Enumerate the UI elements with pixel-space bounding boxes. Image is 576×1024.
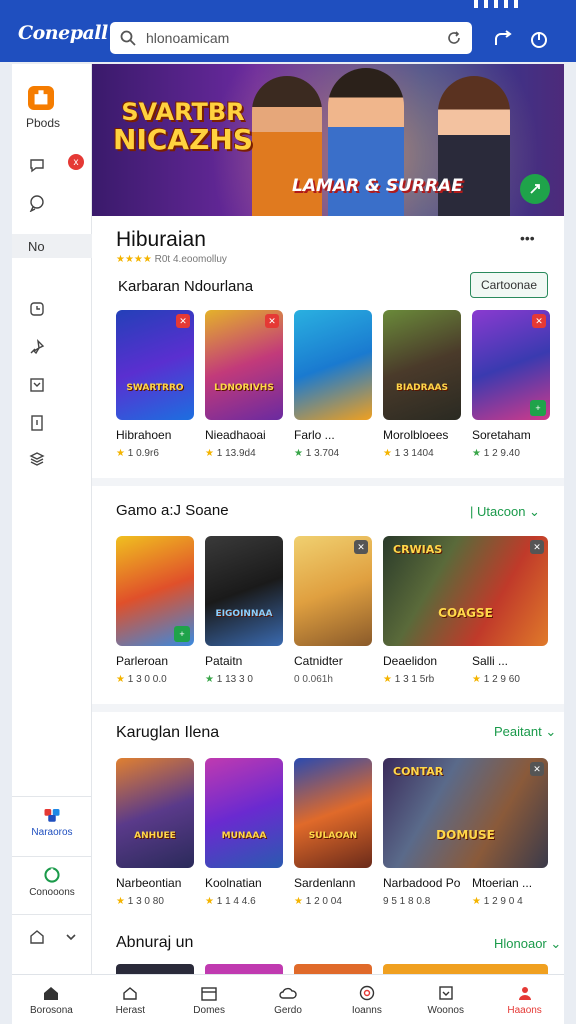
box-icon xyxy=(439,985,453,1000)
bottom-navigation: Borosona Herast Domes Gerdo Ioanns Woono… xyxy=(12,974,564,1024)
document-icon xyxy=(31,415,43,431)
home-icon xyxy=(44,986,59,1000)
add-icon: + xyxy=(174,626,190,642)
nav-item-woonos[interactable]: Woonos xyxy=(406,975,485,1024)
sidebar-item-no[interactable]: No xyxy=(12,234,92,258)
game-card[interactable]: ANHUEE Narbeontian ★ 1 3 0 80 xyxy=(116,758,194,907)
games-icon xyxy=(44,809,60,822)
game-card[interactable]: SULAOAN Sardenlann ★ 1 2 0 04 xyxy=(294,758,372,907)
section-link[interactable]: Hlonoaor ⌄ xyxy=(494,936,561,952)
sidebar-item-conooons[interactable]: Conooons xyxy=(12,866,92,898)
close-icon: ✕ xyxy=(530,762,544,776)
search-bar[interactable] xyxy=(110,22,472,54)
stack-icon xyxy=(29,452,45,466)
game-card[interactable]: ✕ LDNORIVHS Nieadhaoai ★ 1 13.9d4 xyxy=(205,310,283,459)
game-card[interactable]: + Parleroan ★ 1 3 0 0.0 xyxy=(116,536,194,685)
game-card[interactable]: ✕ SWARTRRO Hibrahoen ★ 1 0.9r6 xyxy=(116,310,194,459)
main-content: SVARTBR NICAZHS LAMAR & SURRAE Hiburaian… xyxy=(92,64,564,974)
nav-item-gerdo[interactable]: Gerdo xyxy=(249,975,328,1024)
share-icon[interactable] xyxy=(492,28,514,50)
game-card-wide[interactable]: ✕ CRWIAS COAGSE xyxy=(383,536,548,646)
game-card-label[interactable]: Deaelidon ★ 1 3 1 5rb xyxy=(383,646,461,685)
sidebar-item-clock[interactable] xyxy=(12,300,92,318)
comment-icon xyxy=(29,195,44,212)
close-icon: ✕ xyxy=(354,540,368,554)
top-app-bar: Conepall xyxy=(0,0,576,62)
more-options-icon[interactable]: ••• xyxy=(520,230,535,246)
section-link[interactable]: Peaitant ⌄ xyxy=(494,724,556,740)
game-card-label[interactable]: Narbadood Po 9 5 1 8 0.8 xyxy=(383,868,483,907)
game-card[interactable]: Farlo ... ★ 1 3.704 xyxy=(294,310,372,459)
game-card-wide[interactable]: ✕ CONTAR DOMUSE xyxy=(383,758,548,868)
orange-box-icon xyxy=(28,86,54,110)
game-card[interactable]: MUNAAA Koolnatian ★ 1 1 4 4.6 xyxy=(205,758,283,907)
chat-icon xyxy=(30,159,44,173)
calendar-icon xyxy=(201,986,217,1001)
sidebar-item-chat[interactable]: x xyxy=(12,154,92,174)
cloud-icon xyxy=(279,987,297,999)
expand-icon xyxy=(530,184,540,194)
sidebar-item-comment[interactable] xyxy=(12,194,92,212)
nav-item-herast[interactable]: Herast xyxy=(91,975,170,1024)
expand-button[interactable] xyxy=(520,174,550,204)
game-card-partial[interactable] xyxy=(294,964,372,974)
section-title: Karuglan Ilena xyxy=(116,724,220,741)
game-card-partial[interactable] xyxy=(116,964,194,974)
top-decoration xyxy=(474,0,518,8)
close-icon: ✕ xyxy=(176,314,190,328)
house-icon xyxy=(123,986,137,1000)
hero-game-logo: SVARTBR NICAZHS xyxy=(113,97,253,156)
home-outline-icon xyxy=(30,930,44,944)
game-card-partial[interactable] xyxy=(205,964,283,974)
search-icon xyxy=(120,30,136,46)
sidebar-item-label: Pbods xyxy=(26,116,61,130)
pin-icon xyxy=(30,339,45,355)
refresh-icon[interactable] xyxy=(446,30,462,46)
nav-item-domes[interactable]: Domes xyxy=(170,975,249,1024)
sidebar-item-layers[interactable] xyxy=(12,376,92,394)
game-card-label[interactable]: Mtoerian ... ★ 1 2 9 0 4 xyxy=(472,868,550,907)
hero-banner[interactable]: SVARTBR NICAZHS LAMAR & SURRAE xyxy=(92,64,564,216)
clock-icon xyxy=(30,302,44,316)
close-icon: ✕ xyxy=(532,314,546,328)
sidebar: Pbods x No Naraoros Conooons xyxy=(12,64,92,974)
sidebar-item-pin[interactable] xyxy=(12,338,92,356)
section-title: Hiburaian xyxy=(116,228,206,251)
user-icon xyxy=(518,986,531,1000)
target-icon xyxy=(359,985,375,1000)
section-title: Abnuraj un xyxy=(116,934,194,951)
app-logo[interactable]: Conepall xyxy=(18,22,108,44)
sidebar-item-naraoros[interactable]: Naraoros xyxy=(12,806,92,838)
add-icon: + xyxy=(530,400,546,416)
sidebar-item-document[interactable] xyxy=(12,414,92,432)
power-icon[interactable] xyxy=(528,28,550,50)
game-card-label[interactable]: Salli ... ★ 1 2 9 60 xyxy=(472,646,550,685)
search-input[interactable] xyxy=(146,30,446,46)
close-icon: ✕ xyxy=(530,540,544,554)
section-title: Gamo a:J Soane xyxy=(116,502,229,519)
sidebar-item-home[interactable] xyxy=(12,928,92,946)
chevron-down-icon[interactable] xyxy=(64,930,78,944)
sidebar-item-pbods[interactable]: Pbods xyxy=(12,86,92,130)
game-card[interactable]: ✕ + Soretaham ★ 1 2 9.40 xyxy=(472,310,550,459)
notification-badge: x xyxy=(68,154,84,170)
section-rating: ★★★★ R0t 4.eoomolluy xyxy=(116,254,227,265)
close-icon: ✕ xyxy=(265,314,279,328)
nav-item-ioanns[interactable]: Ioanns xyxy=(327,975,406,1024)
game-card-partial[interactable] xyxy=(383,964,548,974)
nav-item-haaons[interactable]: Haaons xyxy=(485,975,564,1024)
game-card[interactable]: ✕ Catnidter 0 0.061h xyxy=(294,536,372,685)
layers-icon xyxy=(30,378,44,392)
hero-subtitle: LAMAR & SURRAE xyxy=(292,176,463,196)
game-card[interactable]: BIADRAAS Morolbloees ★ 1 3 1404 xyxy=(383,310,461,459)
game-card[interactable]: EIGOINNAA Pataitn ★ 1 13 3 0 xyxy=(205,536,283,685)
sidebar-item-stack[interactable] xyxy=(12,450,92,468)
view-all-button[interactable]: Cartoonae xyxy=(470,272,548,298)
nav-item-borosona[interactable]: Borosona xyxy=(12,975,91,1024)
refresh-circle-icon xyxy=(44,867,60,883)
section-subtitle: Karbaran Ndourlana xyxy=(118,278,254,295)
section-link[interactable]: | Utacoon ⌄ xyxy=(470,504,540,520)
